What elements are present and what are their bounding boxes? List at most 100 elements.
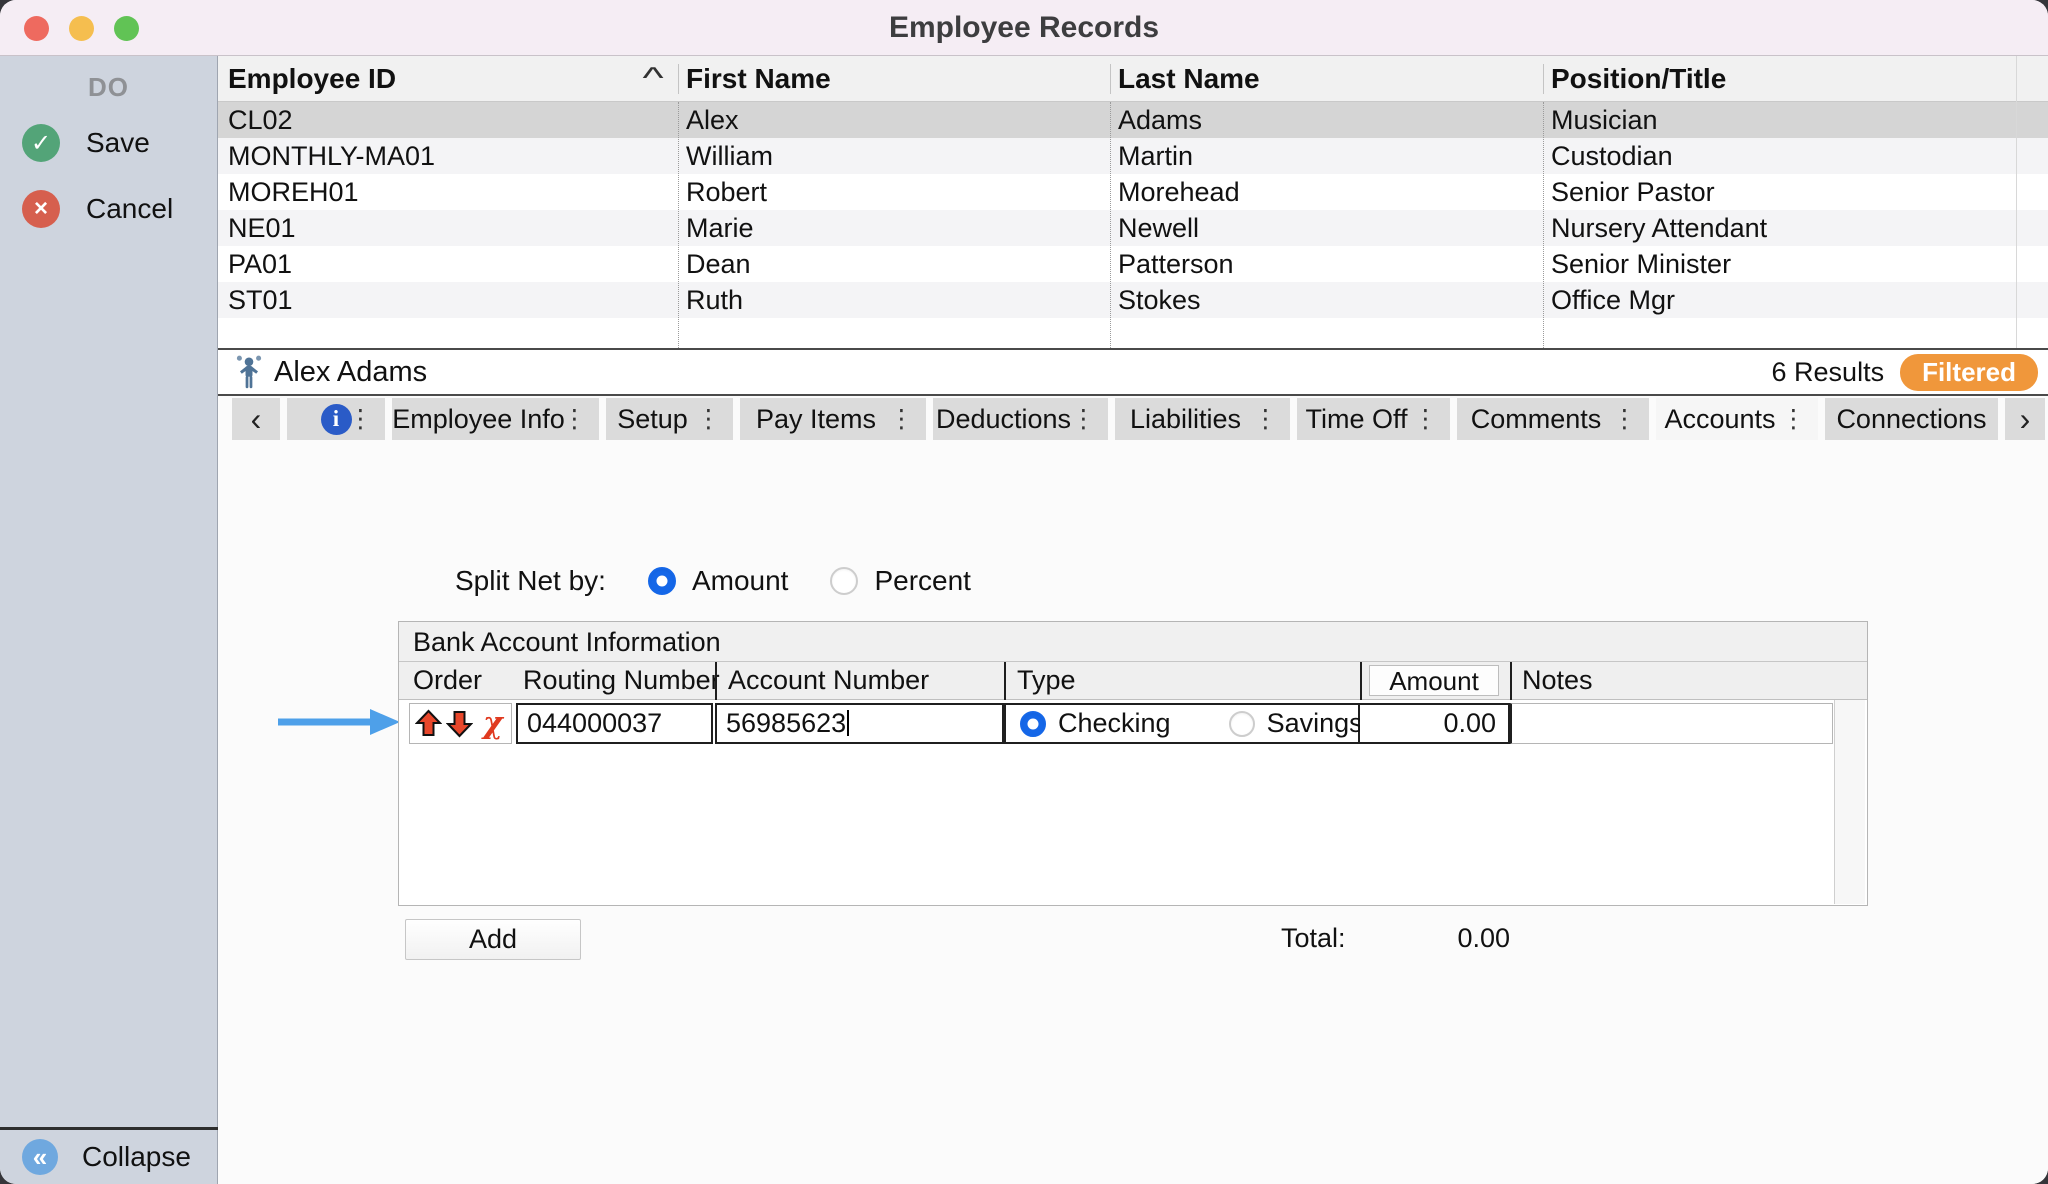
cell-position: Nursery Attendant <box>1543 210 2016 246</box>
cell-position: Musician <box>1543 102 2016 138</box>
delete-row-icon[interactable]: χ <box>483 709 503 739</box>
collapse-button[interactable]: « Collapse <box>0 1130 218 1184</box>
bank-panel-title: Bank Account Information <box>399 622 1867 662</box>
kebab-menu-icon[interactable]: ⋮ <box>889 398 914 440</box>
radio-savings[interactable] <box>1229 711 1255 737</box>
column-header-routing[interactable]: Routing Number <box>523 662 720 700</box>
selected-record-name: Alex Adams <box>274 356 427 389</box>
column-header-last-name[interactable]: Last Name <box>1110 56 1543 101</box>
tab-employee-info[interactable]: Employee Info ⋮ <box>392 398 599 440</box>
table-row[interactable]: MOREH01 Robert Morehead Senior Pastor <box>218 174 2048 210</box>
tab-label: Accounts <box>1664 404 1775 435</box>
text-cursor <box>847 710 849 736</box>
column-header-amount[interactable]: Amount <box>1369 665 1499 696</box>
double-chevron-left-icon: « <box>22 1139 58 1175</box>
cell-position: Senior Pastor <box>1543 174 2016 210</box>
tab-connections[interactable]: Connections <box>1825 398 1998 440</box>
cell-first-name: Dean <box>678 246 1110 282</box>
tab-setup[interactable]: Setup ⋮ <box>606 398 733 440</box>
scrollbar-track[interactable] <box>1834 700 1865 904</box>
cell-last-name: Morehead <box>1110 174 1543 210</box>
cell-last-name: Newell <box>1110 210 1543 246</box>
tab-label: Employee Info <box>392 404 565 435</box>
total-label: Total: <box>1281 923 1346 954</box>
cell-first-name: Marie <box>678 210 1110 246</box>
column-header-type[interactable]: Type <box>1017 662 1076 700</box>
tab-label: Pay Items <box>756 404 876 435</box>
cell-first-name: Ruth <box>678 282 1110 318</box>
radio-amount[interactable] <box>648 567 676 595</box>
radio-checking[interactable] <box>1020 711 1046 737</box>
column-header-notes[interactable]: Notes <box>1522 662 1593 700</box>
column-header-position[interactable]: Position/Title <box>1543 56 2016 101</box>
table-row[interactable]: CL02 Alex Adams Musician <box>218 102 2048 138</box>
add-account-button[interactable]: Add <box>405 919 581 960</box>
tab-deductions[interactable]: Deductions ⋮ <box>933 398 1108 440</box>
tab-scroll-left-button[interactable]: ‹ <box>232 398 280 440</box>
header-divider <box>1510 662 1512 700</box>
kebab-menu-icon[interactable]: ⋮ <box>1253 398 1278 440</box>
account-number-value: 56985623 <box>726 708 846 738</box>
move-down-icon[interactable] <box>446 709 473 738</box>
column-header-first-name[interactable]: First Name <box>678 56 1110 101</box>
cell-position: Custodian <box>1543 138 2016 174</box>
sort-ascending-icon: ^ <box>642 62 663 96</box>
cell-employee-id: MONTHLY-MA01 <box>218 138 678 174</box>
table-row[interactable]: PA01 Dean Patterson Senior Minister <box>218 246 2048 282</box>
table-row[interactable]: ST01 Ruth Stokes Office Mgr <box>218 282 2048 318</box>
accounts-tab-content: Split Net by: Amount Percent Bank Accoun… <box>218 440 2048 1184</box>
tab-comments[interactable]: Comments ⋮ <box>1457 398 1649 440</box>
table-row[interactable]: MONTHLY-MA01 William Martin Custodian <box>218 138 2048 174</box>
tab-liabilities[interactable]: Liabilities ⋮ <box>1115 398 1290 440</box>
amount-input[interactable]: 0.00 <box>1360 703 1510 744</box>
notes-input[interactable] <box>1510 703 1833 744</box>
move-up-icon[interactable] <box>415 709 442 738</box>
cell-last-name: Adams <box>1110 102 1543 138</box>
kebab-menu-icon[interactable]: ⋮ <box>1413 398 1438 440</box>
kebab-menu-icon[interactable]: ⋮ <box>1612 398 1637 440</box>
header-divider <box>1543 64 1544 94</box>
column-header-employee-id[interactable]: Employee ID <box>218 56 678 101</box>
cell-last-name: Patterson <box>1110 246 1543 282</box>
save-check-icon: ✓ <box>22 124 60 162</box>
save-button[interactable]: ✓ Save <box>0 117 217 169</box>
tab-accounts[interactable]: Accounts ⋮ <box>1656 398 1818 440</box>
routing-number-value: 044000037 <box>527 708 662 738</box>
kebab-menu-icon[interactable]: ⋮ <box>1071 398 1096 440</box>
radio-percent[interactable] <box>830 567 858 595</box>
collapse-label: Collapse <box>82 1141 191 1173</box>
info-icon: i <box>321 404 352 435</box>
kebab-menu-icon[interactable]: ⋮ <box>562 398 587 440</box>
cell-last-name: Martin <box>1110 138 1543 174</box>
order-cell: χ <box>409 703 512 744</box>
window-title: Employee Records <box>0 0 2048 56</box>
routing-number-input[interactable]: 044000037 <box>516 703 713 744</box>
kebab-menu-icon[interactable]: ⋮ <box>348 398 373 440</box>
filtered-badge[interactable]: Filtered <box>1900 354 2038 391</box>
tab-label: Deductions <box>936 404 1071 435</box>
cancel-button[interactable]: × Cancel <box>0 183 217 235</box>
split-net-control: Split Net by: Amount Percent <box>455 565 997 597</box>
cell-employee-id: PA01 <box>218 246 678 282</box>
tab-info[interactable]: i ⋮ <box>287 398 385 440</box>
sidebar: DO ✓ Save × Cancel « Collapse <box>0 56 218 1184</box>
bank-account-panel: Bank Account Information Order Routing N… <box>398 621 1868 906</box>
save-label: Save <box>86 127 150 159</box>
person-icon <box>234 354 264 390</box>
bank-account-row: χ 044000037 56985623 Checking Savings <box>399 703 1867 744</box>
kebab-menu-icon[interactable]: ⋮ <box>696 398 721 440</box>
kebab-menu-icon[interactable]: ⋮ <box>1781 398 1806 440</box>
account-number-input[interactable]: 56985623 <box>715 703 1004 744</box>
tab-time-off[interactable]: Time Off ⋮ <box>1297 398 1450 440</box>
header-divider <box>1110 64 1111 94</box>
column-header-account[interactable]: Account Number <box>728 662 929 700</box>
record-tab-bar: ‹ i ⋮ Employee Info ⋮ Setup ⋮ Pay Items … <box>218 398 2048 440</box>
table-row[interactable]: NE01 Marie Newell Nursery Attendant <box>218 210 2048 246</box>
tab-scroll-right-button[interactable]: › <box>2005 398 2045 440</box>
bank-table-header: Order Routing Number Account Number Type… <box>399 662 1867 700</box>
tab-pay-items[interactable]: Pay Items ⋮ <box>740 398 926 440</box>
cell-first-name: Robert <box>678 174 1110 210</box>
cell-last-name: Stokes <box>1110 282 1543 318</box>
header-divider <box>715 662 717 700</box>
column-header-order[interactable]: Order <box>413 662 482 700</box>
